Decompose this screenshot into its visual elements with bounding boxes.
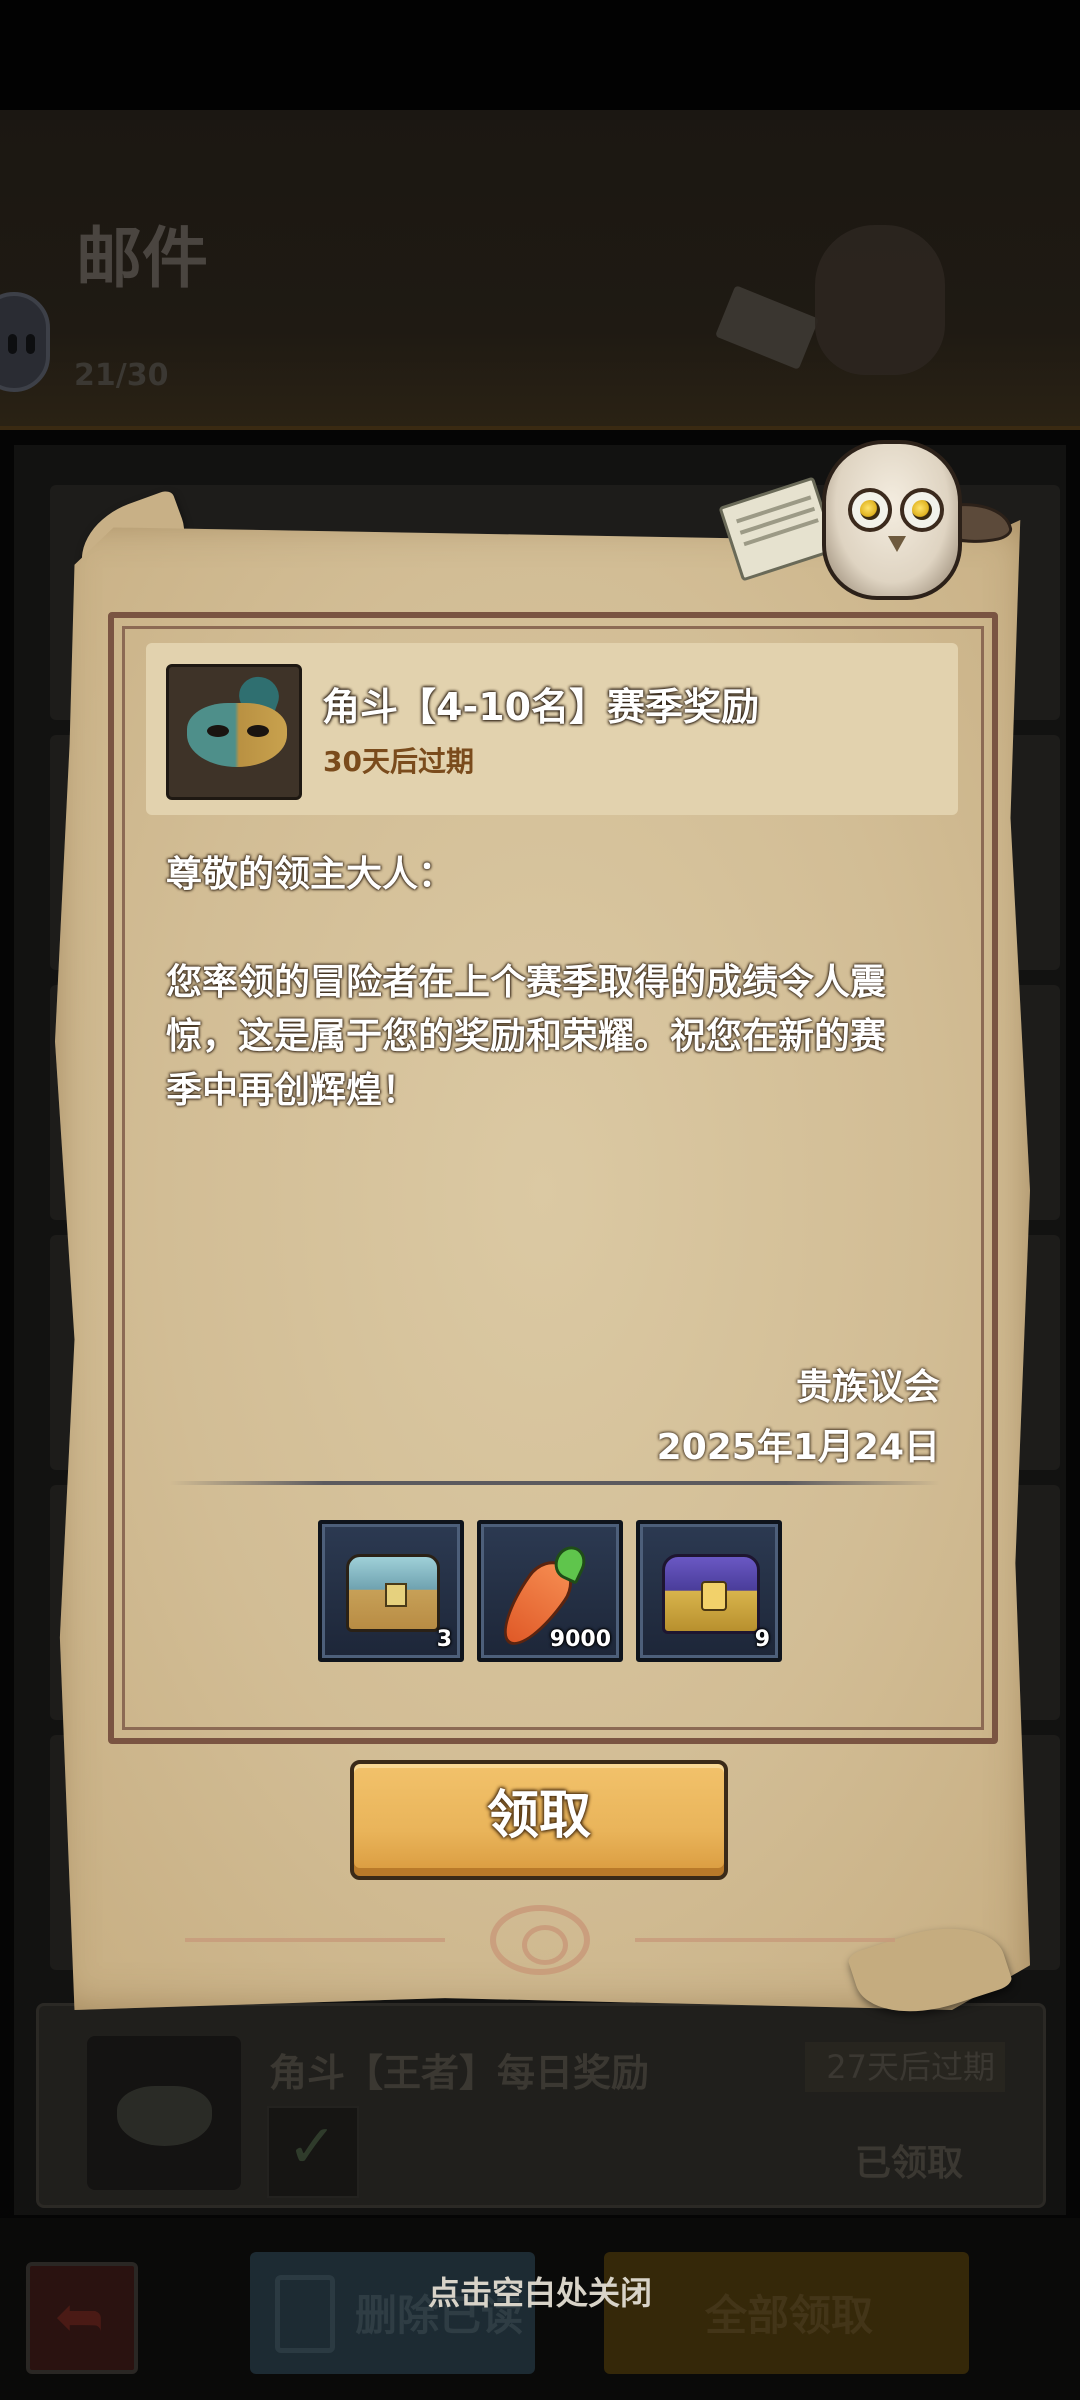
mail-text-line: 您率领的冒险者在上个赛季取得的成绩令人震 [166, 962, 887, 1003]
claim-button[interactable]: 领取 [350, 1760, 728, 1880]
reward-item[interactable]: 3 [318, 1520, 464, 1662]
mail-date: 2025年1月24日 [656, 1427, 940, 1468]
divider [170, 1481, 940, 1485]
purple-treasure-chest-icon [662, 1554, 760, 1634]
blue-treasure-chest-icon [346, 1554, 440, 1632]
mail-text-line: 惊，这是属于您的奖励和荣耀。祝您在新的赛 [166, 1016, 887, 1057]
claimed-status: 已领取 [854, 2143, 963, 2184]
claim-label: 领取 [486, 1786, 591, 1846]
mail-expire: 30天后过期 [323, 745, 474, 778]
reward-item[interactable]: 9 [636, 1520, 782, 1662]
mail-count: 21/30 [74, 358, 169, 393]
mask-shape [187, 703, 287, 767]
mail-list-item[interactable]: 角斗【王者】每日奖励 27天后过期 已领取 [36, 2003, 1046, 2208]
owl-mascot-icon [815, 225, 945, 375]
owl-mascot-icon [822, 440, 962, 600]
emblem-decoration [185, 1905, 895, 1975]
mail-title: 角斗【4-10名】赛季奖励 [322, 685, 760, 729]
avatar-icon [0, 292, 50, 392]
mail-greeting: 尊敬的领主大人： [166, 854, 455, 895]
gladiator-mask-icon [166, 664, 302, 800]
reward-item[interactable]: 9000 [477, 1520, 623, 1662]
screen-title: 邮件 [76, 220, 208, 297]
mail-sender: 贵族议会 [795, 1367, 940, 1408]
gladiator-mask-icon [87, 2036, 241, 2190]
close-hint[interactable]: 点击空白处关闭 [0, 2268, 1080, 2314]
mail-body: 尊敬的领主大人： 您率领的冒险者在上个赛季取得的成绩令人震 惊，这是属于您的奖励… [166, 848, 946, 1118]
status-bar-area [0, 0, 1080, 110]
mail-item-expire: 27天后过期 [805, 2042, 1005, 2092]
mail-text-line: 季中再创辉煌！ [166, 1070, 419, 1111]
reward-count: 9 [754, 1627, 770, 1652]
mail-item-title: 角斗【王者】每日奖励 [269, 2051, 650, 2095]
reward-count: 9000 [549, 1627, 611, 1652]
reward-claimed-icon [267, 2106, 359, 2198]
reward-count: 3 [436, 1627, 452, 1652]
